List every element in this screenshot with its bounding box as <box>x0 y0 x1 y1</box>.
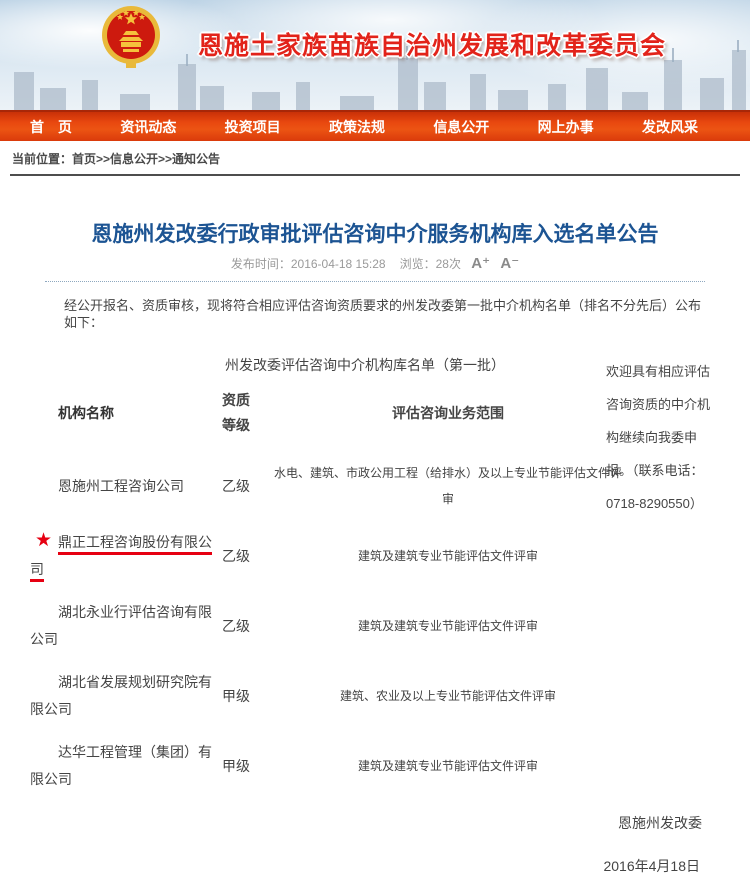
dotted-divider <box>45 281 705 282</box>
breadcrumb: 当前位置：首页>>信息公开>>通知公告 <box>0 141 750 174</box>
nav-item[interactable]: 网上办事 <box>538 117 594 137</box>
grade-cell: 乙级 <box>216 616 272 636</box>
agency-name-cell: 鼎正工程咨询股份有限公司 <box>0 529 216 583</box>
site-title: 恩施土家族苗族自治州发展和改革委员会 <box>198 26 666 62</box>
scope-cell: 建筑及建筑专业节能评估文件评审 <box>272 753 624 779</box>
grade-cell: 甲级 <box>216 686 272 706</box>
nav-item[interactable]: 政策法规 <box>329 117 385 137</box>
header-grade: 资质等级 <box>216 388 272 438</box>
document-date: 2016年4月18日 <box>0 858 750 875</box>
site-banner: 恩施土家族苗族自治州发展和改革委员会 <box>0 0 750 110</box>
main-nav: 首 页 资讯动态 投资项目 政策法规 信息公开 网上办事 发改风采 <box>0 110 750 141</box>
font-decrease-button[interactable]: A⁻ <box>500 255 519 272</box>
nav-item[interactable]: 首 页 <box>30 117 72 137</box>
nav-item[interactable]: 信息公开 <box>433 117 489 137</box>
breadcrumb-label: 当前位置： <box>12 152 72 166</box>
agency-name-cell: 湖北永业行评估咨询有限公司 <box>0 599 216 653</box>
header-scope: 评估咨询业务范围 <box>272 400 624 426</box>
nav-item[interactable]: 资讯动态 <box>120 117 176 137</box>
article-meta: 发布时间：2016-04-18 15:28 浏览：28次 A⁺ A⁻ <box>0 256 750 272</box>
page-title: 恩施州发改委行政审批评估咨询中介服务机构库入选名单公告 <box>40 222 710 247</box>
nav-item[interactable]: 发改风采 <box>642 117 698 137</box>
content-divider <box>10 174 740 176</box>
table-row: ★ 达华工程管理（集团）有限公司 甲级 建筑及建筑专业节能评估文件评审 <box>0 731 750 801</box>
table-row: ★ 鼎正工程咨询股份有限公司 乙级 建筑及建筑专业节能评估文件评审 <box>0 521 750 591</box>
font-increase-button[interactable]: A⁺ <box>471 255 490 272</box>
table-row: ★ 恩施州工程咨询公司 乙级 水电、建筑、市政公用工程（给排水）及以上专业节能评… <box>0 451 750 521</box>
table-row: ★ 湖北省发展规划研究院有限公司 甲级 建筑、农业及以上专业节能评估文件评审 <box>0 661 750 731</box>
signature: 恩施州发改委 <box>0 815 750 832</box>
table-row: ★ 湖北永业行评估咨询有限公司 乙级 建筑及建筑专业节能评估文件评审 <box>0 591 750 661</box>
scope-cell: 建筑及建筑专业节能评估文件评审 <box>272 543 624 569</box>
agency-name-cell: 达华工程管理（集团）有限公司 <box>0 739 216 793</box>
agency-name-cell: 湖北省发展规划研究院有限公司 <box>0 669 216 723</box>
star-icon: ★ <box>35 531 52 550</box>
grade-cell: 甲级 <box>216 756 272 776</box>
agency-table: 州发改委评估咨询中介机构库名单（第一批） 欢迎具有相应评估咨询资质的中介机构继续… <box>0 355 750 801</box>
view-count: 浏览：28次 <box>400 257 461 271</box>
publish-time: 发布时间：2016-04-18 15:28 <box>231 257 386 271</box>
agency-name-cell: 恩施州工程咨询公司 <box>0 473 216 500</box>
header-agency-name: 机构名称 <box>0 400 216 427</box>
nav-item[interactable]: 投资项目 <box>225 117 281 137</box>
grade-cell: 乙级 <box>216 476 272 496</box>
national-emblem-icon <box>93 4 169 70</box>
scope-cell: 水电、建筑、市政公用工程（给排水）及以上专业节能评估文件评审 <box>272 460 624 512</box>
article: 恩施州发改委行政审批评估咨询中介服务机构库入选名单公告 发布时间：2016-04… <box>0 222 750 875</box>
breadcrumb-path[interactable]: 首页>>信息公开>>通知公告 <box>72 152 220 166</box>
table-body: ★ 恩施州工程咨询公司 乙级 水电、建筑、市政公用工程（给排水）及以上专业节能评… <box>0 451 750 801</box>
intro-paragraph: 经公开报名、资质审核，现将符合相应评估咨询资质要求的州发改委第一批中介机构名单（… <box>64 297 705 331</box>
table-header-row: 机构名称 资质等级 评估咨询业务范围 <box>0 375 750 451</box>
scope-cell: 建筑及建筑专业节能评估文件评审 <box>272 613 624 639</box>
grade-cell: 乙级 <box>216 546 272 566</box>
scope-cell: 建筑、农业及以上专业节能评估文件评审 <box>272 683 624 709</box>
